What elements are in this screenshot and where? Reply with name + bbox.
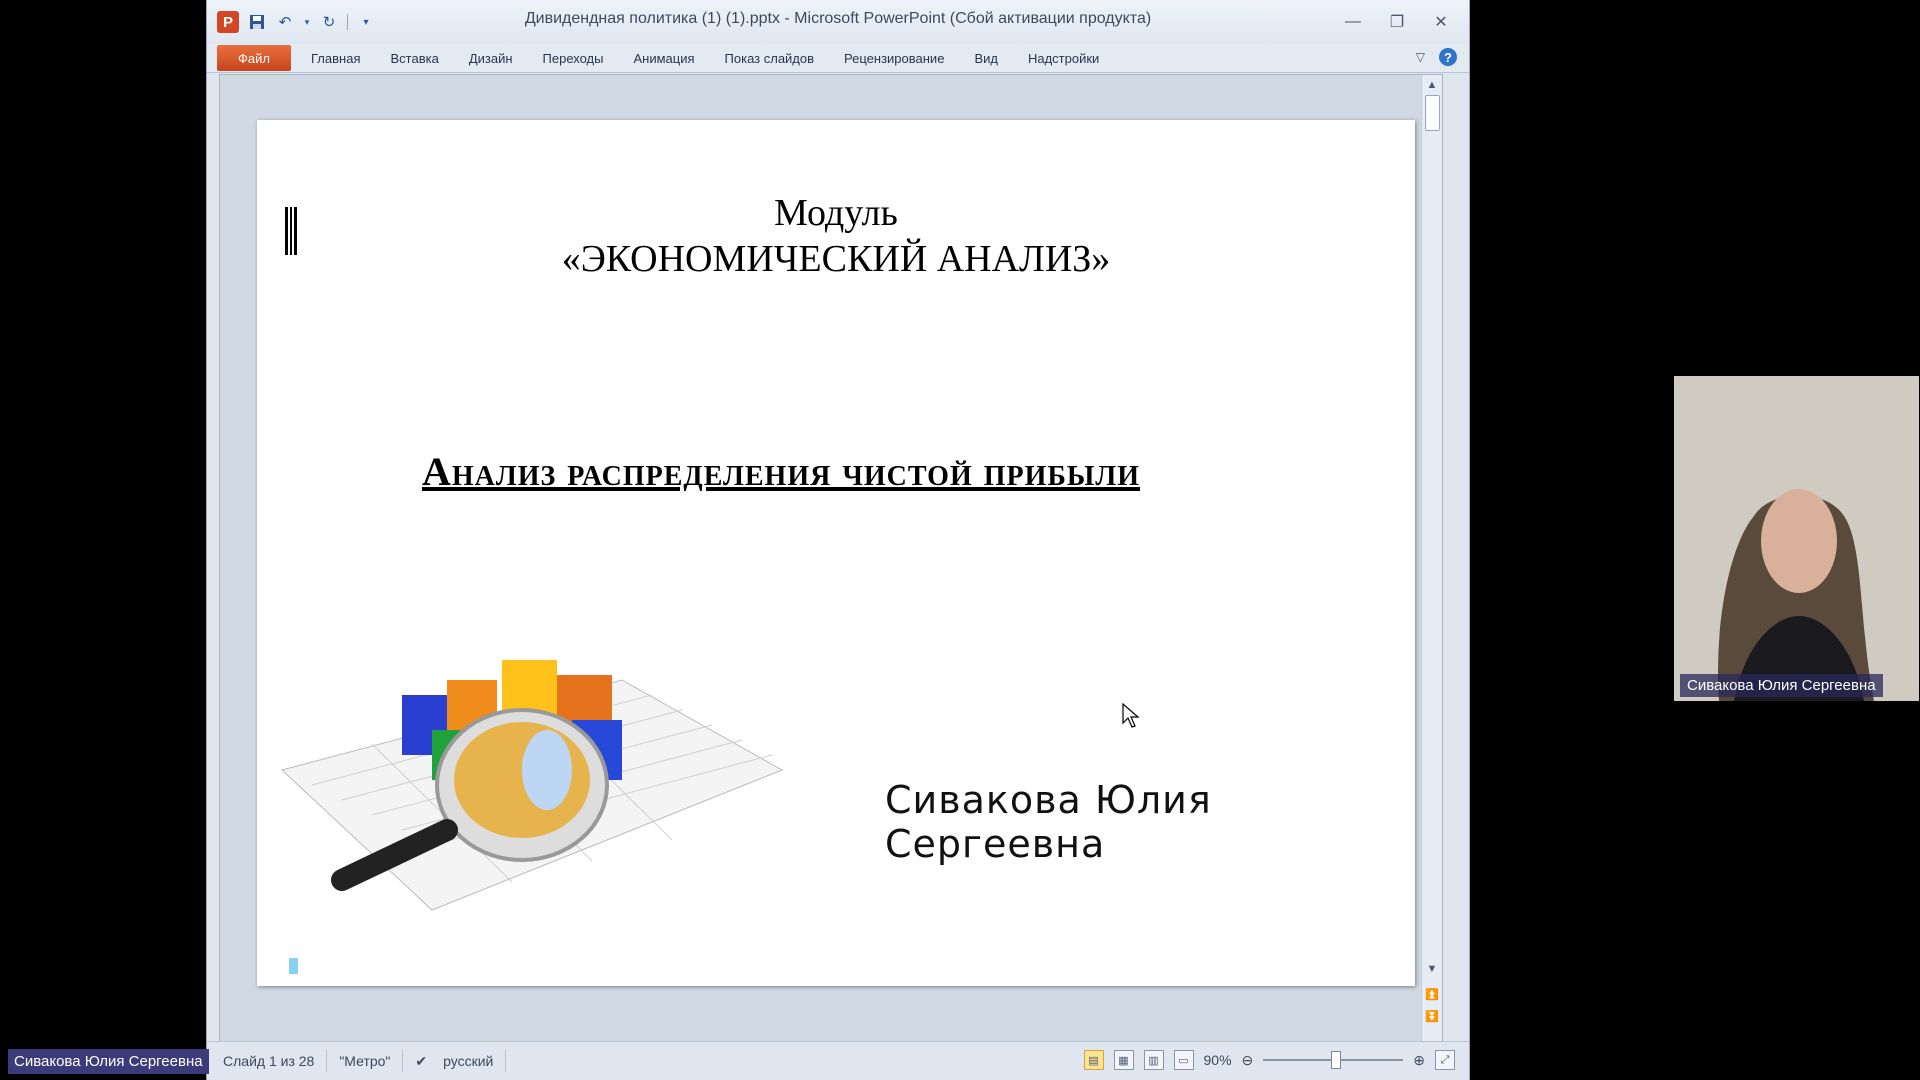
tab-view[interactable]: Вид (974, 51, 998, 66)
status-bar: Слайд 1 из 28 "Метро" ✔ русский ▤ ▦ ▥ ▭ … (207, 1041, 1469, 1080)
view-zoom-controls: ▤ ▦ ▥ ▭ 90% ⊖ ⊕ ⤢ (1083, 1050, 1455, 1070)
tab-addins[interactable]: Надстройки (1028, 51, 1099, 66)
tab-review[interactable]: Рецензирование (844, 51, 944, 66)
slide-title[interactable]: Модуль «ЭКОНОМИЧЕСКИЙ АНАЛИЗ» (257, 190, 1415, 282)
webcam-video-tile[interactable]: Сивакова Юлия Сергеевна (1674, 376, 1919, 701)
close-icon[interactable]: ✕ (1421, 8, 1461, 36)
slideshow-view-icon[interactable]: ▭ (1173, 1050, 1194, 1070)
slide-title-line2: «ЭКОНОМИЧЕСКИЙ АНАЛИЗ» (561, 238, 1111, 280)
tab-file[interactable]: Файл (217, 45, 291, 71)
expand-ribbon-icon[interactable]: ▽ (1416, 50, 1425, 64)
scroll-down-icon[interactable]: ▼ (1422, 963, 1442, 975)
window-controls: — ❐ ✕ (1333, 8, 1461, 36)
tab-slideshow[interactable]: Показ слайдов (725, 51, 815, 66)
next-slide-icon[interactable]: ⏬ (1422, 1010, 1442, 1023)
tab-insert[interactable]: Вставка (390, 51, 438, 66)
reading-view-icon[interactable]: ▥ (1143, 1050, 1164, 1070)
minimize-icon[interactable]: — (1333, 8, 1373, 36)
scroll-thumb[interactable] (1425, 95, 1440, 131)
theme-name: "Метро" (327, 1050, 404, 1072)
language-indicator[interactable]: русский (431, 1050, 507, 1072)
ribbon-tabs: Файл Главная Вставка Дизайн Переходы Ани… (207, 44, 1469, 73)
slide-author[interactable]: Сивакова Юлия Сергеевна (885, 778, 1415, 866)
maximize-icon[interactable]: ❐ (1377, 8, 1417, 36)
tab-design[interactable]: Дизайн (469, 51, 513, 66)
title-bar: P ↶ ▾ ↻ ▾ Дивидендная политика (1) (1).p… (207, 0, 1469, 44)
help-icon[interactable]: ? (1439, 48, 1457, 66)
powerpoint-window: P ↶ ▾ ↻ ▾ Дивидендная политика (1) (1).p… (206, 0, 1470, 1080)
slide-counter: Слайд 1 из 28 (207, 1050, 328, 1072)
webcam-name-label: Сивакова Юлия Сергеевна (1680, 674, 1883, 697)
slide-title-line1: Модуль (774, 192, 898, 234)
normal-view-icon[interactable]: ▤ (1083, 1050, 1104, 1070)
scroll-up-icon[interactable]: ▲ (1422, 79, 1442, 91)
tab-transitions[interactable]: Переходы (543, 51, 604, 66)
slide-sorter-icon[interactable]: ▦ (1113, 1050, 1134, 1070)
vertical-scrollbar[interactable]: ▲ ▼ ⏫ ⏬ (1421, 75, 1442, 1041)
participant-name-label: Сивакова Юлия Сергеевна (8, 1049, 209, 1074)
placeholder-marker (289, 958, 298, 974)
tab-animations[interactable]: Анимация (634, 51, 695, 66)
zoom-level[interactable]: 90% (1204, 1052, 1232, 1068)
slide-canvas[interactable]: Модуль «ЭКОНОМИЧЕСКИЙ АНАЛИЗ» Анализ рас… (257, 120, 1415, 986)
ribbon-right-controls: ▽ ? (1416, 48, 1457, 66)
zoom-in-icon[interactable]: ⊕ (1413, 1052, 1425, 1069)
spellcheck-icon[interactable]: ✔ (403, 1050, 431, 1072)
analytics-clipart-image[interactable] (272, 620, 792, 950)
slide-editing-area: Модуль «ЭКОНОМИЧЕСКИЙ АНАЛИЗ» Анализ рас… (219, 74, 1443, 1042)
presenter-video-image (1674, 376, 1919, 701)
mouse-pointer-icon (1122, 703, 1140, 728)
zoom-slider[interactable] (1263, 1051, 1404, 1069)
fit-to-window-icon[interactable]: ⤢ (1435, 1050, 1455, 1070)
zoom-slider-knob[interactable] (1331, 1051, 1342, 1069)
zoom-out-icon[interactable]: ⊖ (1242, 1052, 1254, 1069)
slide-subtitle[interactable]: Анализ распределения чистой прибыли (422, 448, 1140, 495)
previous-slide-icon[interactable]: ⏫ (1422, 988, 1442, 1001)
window-title: Дивидендная политика (1) (1).pptx - Micr… (524, 10, 1152, 27)
tab-home[interactable]: Главная (311, 51, 360, 66)
